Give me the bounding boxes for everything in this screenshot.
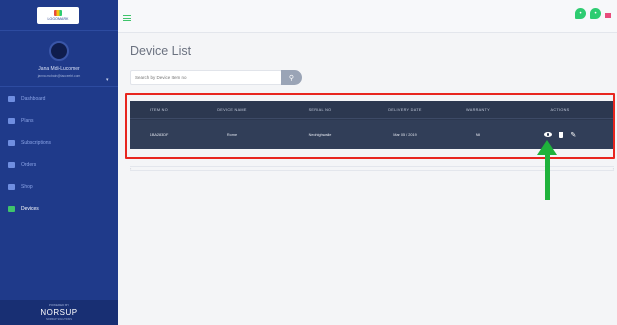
search-button[interactable]: ⚲: [281, 70, 302, 85]
horizontal-scrollbar[interactable]: ‹ ›: [130, 166, 614, 171]
flag-icon[interactable]: [605, 13, 611, 18]
search-icon: ⚲: [288, 74, 295, 82]
chat-icon[interactable]: •: [590, 8, 601, 19]
search-input[interactable]: [130, 70, 282, 85]
sidebar-item-shop[interactable]: Shop: [0, 176, 118, 198]
user-name: Jana Mdi-Lucomer: [38, 66, 80, 72]
sidebar: LOGOMARK Jana Mdi-Lucomer janna.mcbain@t…: [0, 0, 118, 325]
brand-subtitle: NORSUP SOLUTIONS: [46, 318, 72, 321]
brand-caption: POWERED BY: [48, 303, 70, 307]
orders-icon: [8, 162, 15, 168]
sidebar-item-subscriptions[interactable]: Subscriptions: [0, 132, 118, 154]
annotation-arrow-head: [537, 140, 557, 155]
page-title: Device List: [130, 44, 192, 58]
dashboard-icon: [8, 96, 15, 102]
topbar-icons: • •: [575, 8, 611, 19]
logo-text: LOGOMARK: [47, 17, 69, 21]
avatar[interactable]: [49, 41, 69, 61]
user-email: janna.mcbain@tacceebt.com: [37, 74, 81, 78]
chevron-down-icon[interactable]: ▾: [106, 77, 109, 83]
sidebar-item-devices[interactable]: Devices: [0, 198, 118, 220]
cart-icon: [8, 206, 15, 212]
sidebar-item-plans[interactable]: Plans: [0, 110, 118, 132]
hamburger-icon[interactable]: [123, 15, 131, 21]
sidebar-nav: Dashboard Plans Subscriptions Orders Sho…: [0, 88, 118, 220]
sidebar-item-label: Orders: [21, 162, 37, 168]
topbar: • •: [118, 0, 617, 33]
logo-mark-icon: [54, 10, 62, 16]
shop-icon: [8, 184, 15, 190]
sidebar-item-dashboard[interactable]: Dashboard: [0, 88, 118, 110]
subscriptions-icon: [8, 140, 15, 146]
sidebar-item-label: Devices: [21, 206, 39, 212]
annotation-arrow-shaft: [545, 154, 550, 200]
app-logo[interactable]: LOGOMARK: [37, 7, 79, 24]
sidebar-item-orders[interactable]: Orders: [0, 154, 118, 176]
sidebar-divider: [0, 30, 118, 31]
scroll-right-icon[interactable]: ›: [613, 166, 614, 171]
sidebar-item-label: Plans: [21, 118, 34, 124]
sidebar-item-label: Subscriptions: [21, 140, 52, 146]
chat-icon[interactable]: •: [575, 8, 586, 19]
list-icon: [8, 118, 15, 124]
sidebar-item-label: Dashboard: [21, 96, 46, 102]
sidebar-divider: [0, 86, 118, 87]
sidebar-item-label: Shop: [21, 184, 33, 190]
brand-logo: NORSUP: [40, 308, 78, 317]
scroll-left-icon[interactable]: ‹: [130, 166, 131, 171]
